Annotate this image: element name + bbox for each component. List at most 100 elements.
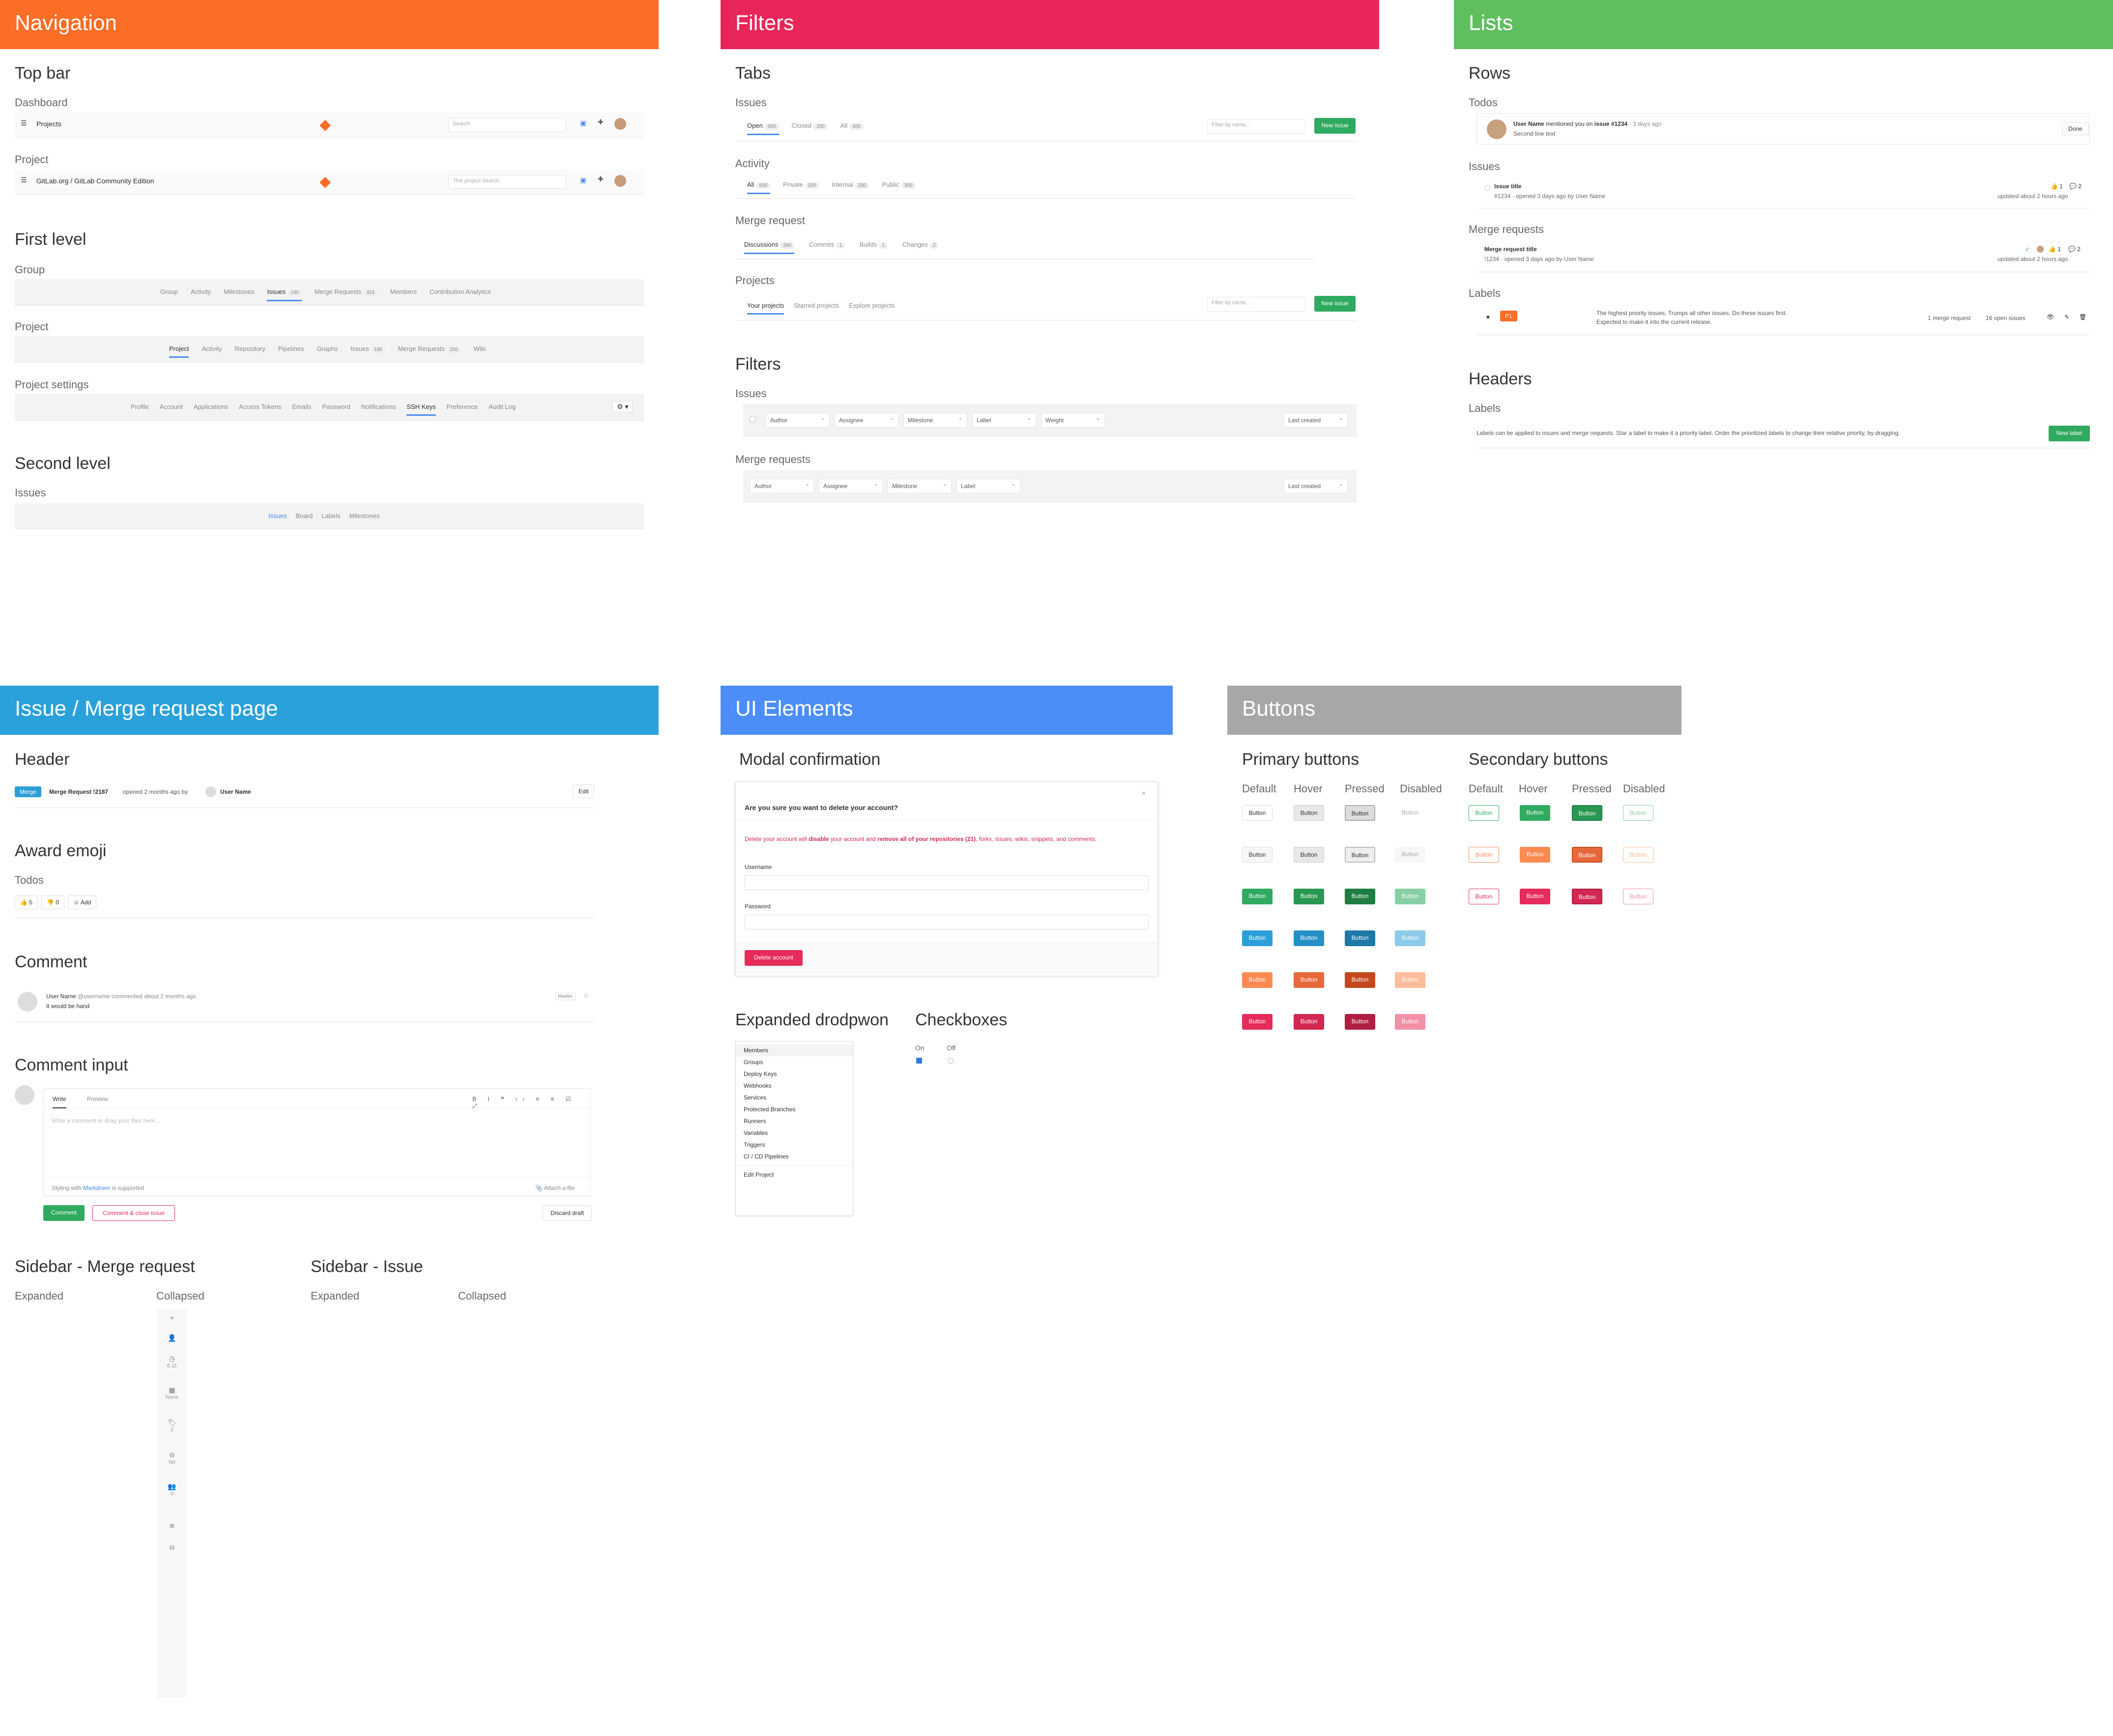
tab-internal[interactable]: Internal 200	[832, 181, 869, 194]
discard-draft-button[interactable]: Discard draft	[543, 1205, 592, 1221]
primary-default-button[interactable]: Button	[1242, 805, 1273, 821]
labels-icon[interactable]: 🏷 2	[157, 1418, 187, 1433]
plus-icon[interactable]: ✚	[598, 175, 604, 183]
primary-hover-button[interactable]: Button	[1294, 1014, 1324, 1030]
user-avatar[interactable]	[614, 175, 626, 187]
primary-default-button[interactable]: Button	[1242, 972, 1273, 988]
tab-group[interactable]: Group	[160, 288, 178, 301]
tab-explore-projects[interactable]: Explore projects	[849, 302, 895, 315]
comment-textarea[interactable]: Write a comment or drag your files here.…	[52, 1117, 582, 1176]
primary-hover-button[interactable]: Button	[1294, 847, 1324, 863]
copy-icon[interactable]: ⧉	[157, 1543, 187, 1552]
tab-members[interactable]: Members	[390, 288, 417, 301]
rss-icon[interactable]: ≋	[157, 1522, 187, 1530]
thumbs-up-emoji-button[interactable]: 👍 5	[15, 896, 38, 909]
tab-milestones[interactable]: Milestones	[224, 288, 254, 301]
participants-icon[interactable]: 👥 0	[157, 1482, 187, 1497]
avatar[interactable]	[205, 786, 216, 797]
dropdown-item-triggers[interactable]: Triggers	[736, 1139, 853, 1151]
primary-pressed-button[interactable]: Button	[1345, 930, 1375, 946]
secondary-disabled-button[interactable]: Button	[1623, 805, 1653, 821]
secondary-default-button[interactable]: Button	[1469, 805, 1499, 821]
tab-activity[interactable]: Activity	[191, 288, 211, 301]
assignee-dropdown[interactable]: Assignee	[835, 413, 898, 428]
tab-notifications[interactable]: Notifications	[361, 403, 396, 416]
primary-disabled-button[interactable]: Button	[1395, 972, 1425, 988]
tab-private[interactable]: Private 200	[783, 181, 819, 194]
dropdown-item-ci-cd-pipelines[interactable]: CI / CD Pipelines	[736, 1151, 853, 1162]
tab-graphs[interactable]: Graphs	[317, 345, 338, 358]
tab-contribution-analytics[interactable]: Contribution Analytics	[430, 288, 491, 301]
tab-starred-projects[interactable]: Starred projects	[794, 302, 839, 315]
label-tag[interactable]: P1	[1500, 311, 1517, 321]
comment-close-button[interactable]: Comment & close issue	[92, 1205, 175, 1221]
markdown-toolbar[interactable]: B I ❝ ‹› ≡ ≡ ☑ ⤢	[472, 1096, 590, 1110]
checkbox-off[interactable]	[948, 1058, 954, 1064]
password-field[interactable]	[745, 915, 1149, 929]
tab-profile[interactable]: Profile	[131, 403, 149, 416]
dropdown-item-groups[interactable]: Groups	[736, 1056, 853, 1068]
label-issue-count[interactable]: 16 open issues	[1986, 315, 2026, 321]
primary-hover-button[interactable]: Button	[1294, 972, 1324, 988]
dropdown-item-members[interactable]: Members	[736, 1044, 853, 1056]
issue-row[interactable]: Issue title #1234 · opened 3 days ago by…	[1476, 176, 2090, 208]
tab-repository[interactable]: Repository	[235, 345, 265, 358]
filter-by-name-input[interactable]: Filter by name...	[1207, 119, 1305, 134]
gitlab-logo-icon[interactable]: ◆	[319, 173, 331, 190]
primary-pressed-button[interactable]: Button	[1345, 972, 1375, 988]
milestone-dropdown[interactable]: Milestone	[888, 479, 952, 493]
close-icon[interactable]: ×	[1142, 789, 1146, 797]
preview-tab[interactable]: Preview	[87, 1096, 108, 1102]
star-icon[interactable]: ★	[1485, 314, 1491, 320]
tab-issues[interactable]: Issues	[268, 512, 287, 520]
primary-disabled-button[interactable]: Button	[1395, 930, 1425, 946]
tab-account[interactable]: Account	[160, 403, 183, 416]
tab-emails[interactable]: Emails	[292, 403, 311, 416]
primary-pressed-button[interactable]: Button	[1345, 805, 1375, 821]
gitlab-logo-icon[interactable]: ◆	[319, 116, 331, 133]
primary-default-button[interactable]: Button	[1242, 889, 1273, 904]
lock-icon[interactable]: ⊝ No	[157, 1451, 187, 1465]
pipeline-status-icon[interactable]: ✓	[2025, 246, 2030, 253]
tab-project[interactable]: Project	[169, 345, 189, 358]
secondary-default-button[interactable]: Button	[1469, 847, 1499, 863]
eye-icon[interactable]: 👁	[2047, 314, 2054, 320]
tab-public[interactable]: Public 300	[882, 181, 916, 194]
search-input[interactable]: Search	[448, 118, 566, 132]
issue-title[interactable]: Issue title	[1494, 183, 1521, 190]
avatar[interactable]	[18, 992, 37, 1012]
secondary-pressed-button[interactable]: Button	[1572, 847, 1602, 863]
hamburger-icon[interactable]: ☰	[21, 119, 27, 127]
tab-closed[interactable]: Closed 200	[792, 122, 828, 135]
tab-discussions[interactable]: Discussions 280	[744, 241, 795, 254]
tab-activity[interactable]: Activity	[202, 345, 222, 358]
tab-audit-log[interactable]: Audit Log	[489, 403, 516, 416]
checkbox-on[interactable]	[916, 1058, 922, 1064]
primary-default-button[interactable]: Button	[1242, 847, 1273, 863]
primary-default-button[interactable]: Button	[1242, 1014, 1273, 1030]
emoji-icon[interactable]: ☺	[583, 992, 589, 999]
secondary-pressed-button[interactable]: Button	[1572, 805, 1602, 821]
new-issue-button[interactable]: New issue	[1314, 296, 1356, 312]
author-dropdown[interactable]: Author	[750, 479, 814, 493]
tab-pipelines[interactable]: Pipelines	[278, 345, 304, 358]
thumbs-down-emoji-button[interactable]: 👎 0	[41, 896, 64, 909]
primary-disabled-button[interactable]: Button	[1395, 847, 1425, 863]
secondary-disabled-button[interactable]: Button	[1623, 847, 1653, 863]
secondary-default-button[interactable]: Button	[1469, 889, 1499, 904]
label-dropdown[interactable]: Label	[956, 479, 1020, 493]
delete-account-button[interactable]: Delete account	[745, 950, 803, 966]
dropdown-item-deploy-keys[interactable]: Deploy Keys	[736, 1068, 853, 1080]
secondary-hover-button[interactable]: Button	[1520, 889, 1550, 904]
user-avatar[interactable]	[614, 118, 626, 130]
issue-checkbox[interactable]	[1484, 185, 1490, 191]
tab-board[interactable]: Board	[296, 512, 313, 520]
tab-applications[interactable]: Applications	[194, 403, 228, 416]
dropdown-item-variables[interactable]: Variables	[736, 1127, 853, 1139]
collapse-toggle-icon[interactable]: «	[157, 1313, 187, 1321]
tab-open[interactable]: Open 300	[747, 122, 779, 135]
tab-issues[interactable]: Issues 190	[350, 345, 385, 358]
project-path-link[interactable]: GitLab.org / GitLab Community Edition	[36, 177, 154, 185]
tab-password[interactable]: Password	[322, 403, 350, 416]
tab-preference[interactable]: Preference	[447, 403, 478, 416]
